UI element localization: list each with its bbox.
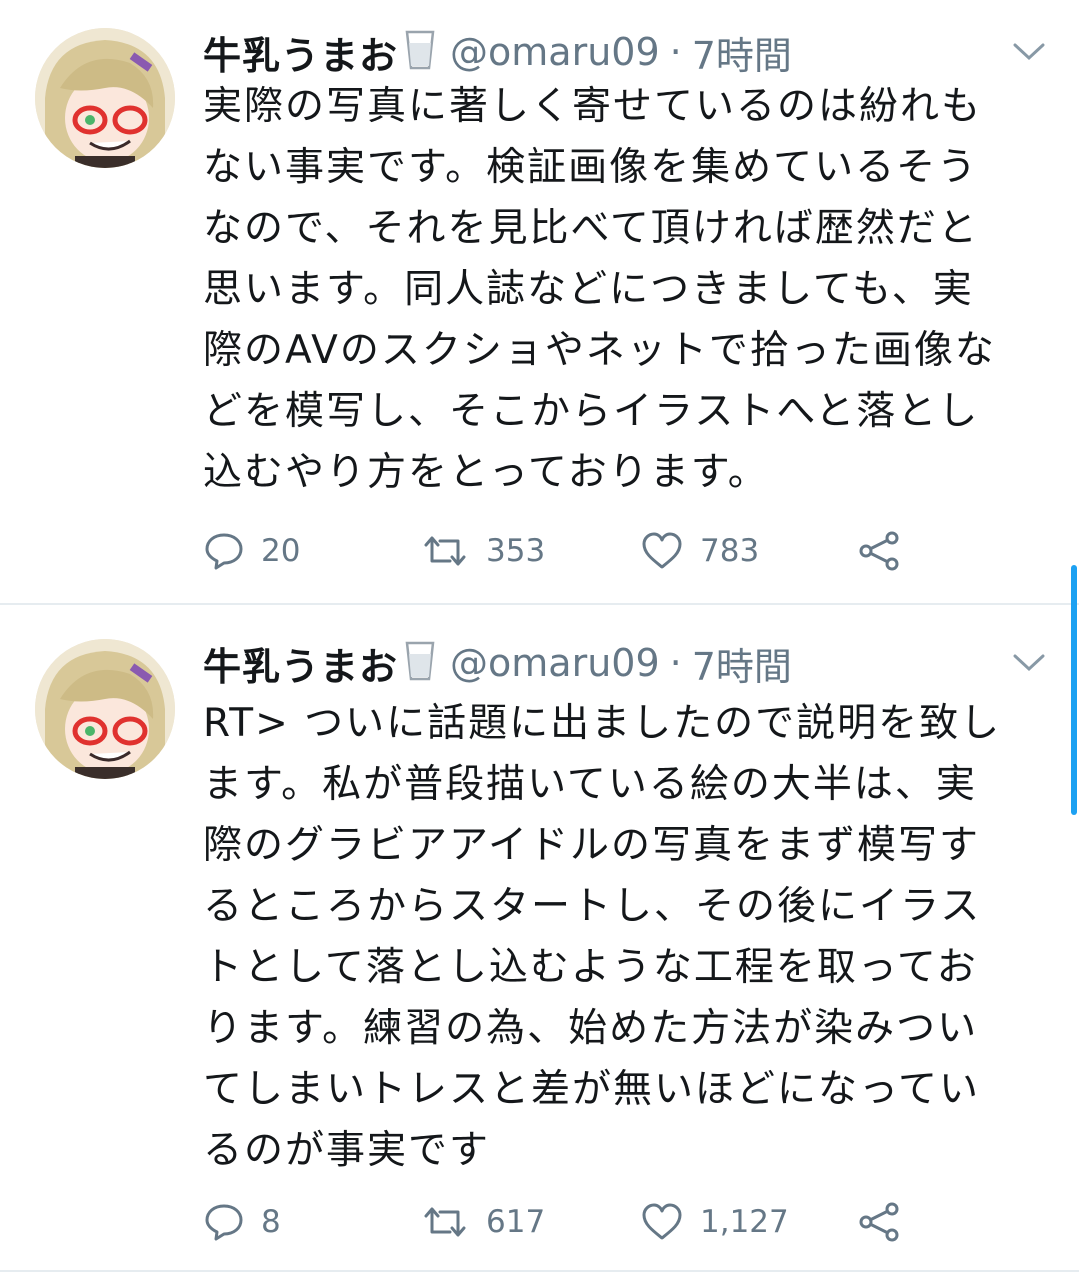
tweet-actions: 20 353 783 (203, 531, 923, 571)
tweet-text-line: RT> ついに話題に出ましたので説明を致し (203, 701, 1002, 746)
tweet-text-line: てしまいトレスと差が無いほどになってい (203, 1067, 981, 1112)
display-name[interactable]: 牛乳うまお (203, 25, 398, 80)
tweet-text: 実際の写真に著しく寄せているのは紛れも ない事実です。検証画像を集めているそう … (203, 76, 1053, 503)
share-button[interactable] (858, 531, 902, 571)
tweet-text-line: ります。練習の為、始めた方法が染みつい (203, 1006, 979, 1051)
share-icon (859, 531, 899, 571)
share-button[interactable] (858, 1202, 902, 1242)
retweet-icon (424, 536, 466, 566)
scrollbar[interactable] (1071, 565, 1077, 815)
retweet-icon (424, 1207, 466, 1237)
retweet-count: 353 (486, 533, 546, 569)
separator-dot: · (669, 30, 682, 74)
tweet-text-line: 込むやり方をとっております。 (203, 450, 769, 495)
heart-icon (642, 532, 682, 569)
heart-icon (642, 1203, 682, 1240)
reply-icon (205, 1204, 243, 1241)
tweet-text-line: ない事実です。検証画像を集めているそう (203, 145, 979, 190)
tweet-text-line: 際のグラビアアイドルの写真をまず模写す (203, 823, 981, 868)
tweet-text-line: なので、それを見比べて頂ければ歴然だと (203, 206, 979, 251)
reply-count: 20 (261, 533, 301, 569)
reply-icon (205, 533, 243, 570)
reply-button[interactable]: 20 (203, 531, 300, 571)
chevron-down-icon[interactable] (1012, 40, 1046, 64)
tweet-text-line: 際のAVのスクショやネットで拾った画像な (203, 328, 996, 373)
tweet-2[interactable]: 牛乳うまお @omaru09 · 7時間 RT> ついに話題に出ましたので説明を… (0, 605, 1079, 1270)
user-handle[interactable]: @omaru09 (450, 641, 660, 685)
reply-count: 8 (261, 1204, 281, 1240)
avatar[interactable] (35, 639, 175, 779)
tweet-text-line: ます。私が普段描いている絵の大半は、実 (203, 762, 977, 807)
tweet-text-line: 実際の写真に著しく寄せているのは紛れも (203, 84, 983, 129)
retweet-count: 617 (486, 1204, 546, 1240)
like-button[interactable]: 1,127 (640, 1202, 789, 1242)
retweet-button[interactable]: 353 (420, 531, 545, 571)
tweet-text-line: どを模写し、そこからイラストへと落とし (203, 389, 980, 434)
separator-dot: · (669, 641, 682, 685)
retweet-button[interactable]: 617 (420, 1202, 545, 1242)
chevron-down-icon[interactable] (1012, 651, 1046, 675)
tweet-text-line: るのが事実です (203, 1128, 491, 1173)
like-button[interactable]: 783 (640, 531, 759, 571)
tweet-timestamp[interactable]: 7時間 (692, 636, 792, 691)
tweet-divider (0, 1270, 1079, 1272)
milk-glass-icon (404, 640, 436, 686)
reply-button[interactable]: 8 (203, 1202, 281, 1242)
like-count: 783 (700, 533, 760, 569)
user-handle[interactable]: @omaru09 (450, 30, 660, 74)
like-count: 1,127 (700, 1204, 789, 1240)
tweet-text: RT> ついに話題に出ましたので説明を致し ます。私が普段描いている絵の大半は、… (203, 693, 1053, 1181)
tweet-actions: 8 617 1,127 (203, 1202, 923, 1242)
milk-glass-icon (404, 29, 436, 75)
tweet-1[interactable]: 牛乳うまお @omaru09 · 7時間 実際の写真に著しく寄せているのは紛れも… (0, 0, 1079, 603)
tweet-text-line: トとして落とし込むような工程を取ってお (203, 945, 978, 990)
tweet-text-line: 思います。同人誌などにつきましても、実 (203, 267, 974, 312)
display-name[interactable]: 牛乳うまお (203, 636, 398, 691)
share-icon (859, 1202, 899, 1242)
avatar[interactable] (35, 28, 175, 168)
tweet-timestamp[interactable]: 7時間 (692, 25, 792, 80)
avatar-image (35, 639, 175, 779)
avatar-image (35, 28, 175, 168)
tweet-text-line: るところからスタートし、その後にイラス (203, 884, 982, 929)
